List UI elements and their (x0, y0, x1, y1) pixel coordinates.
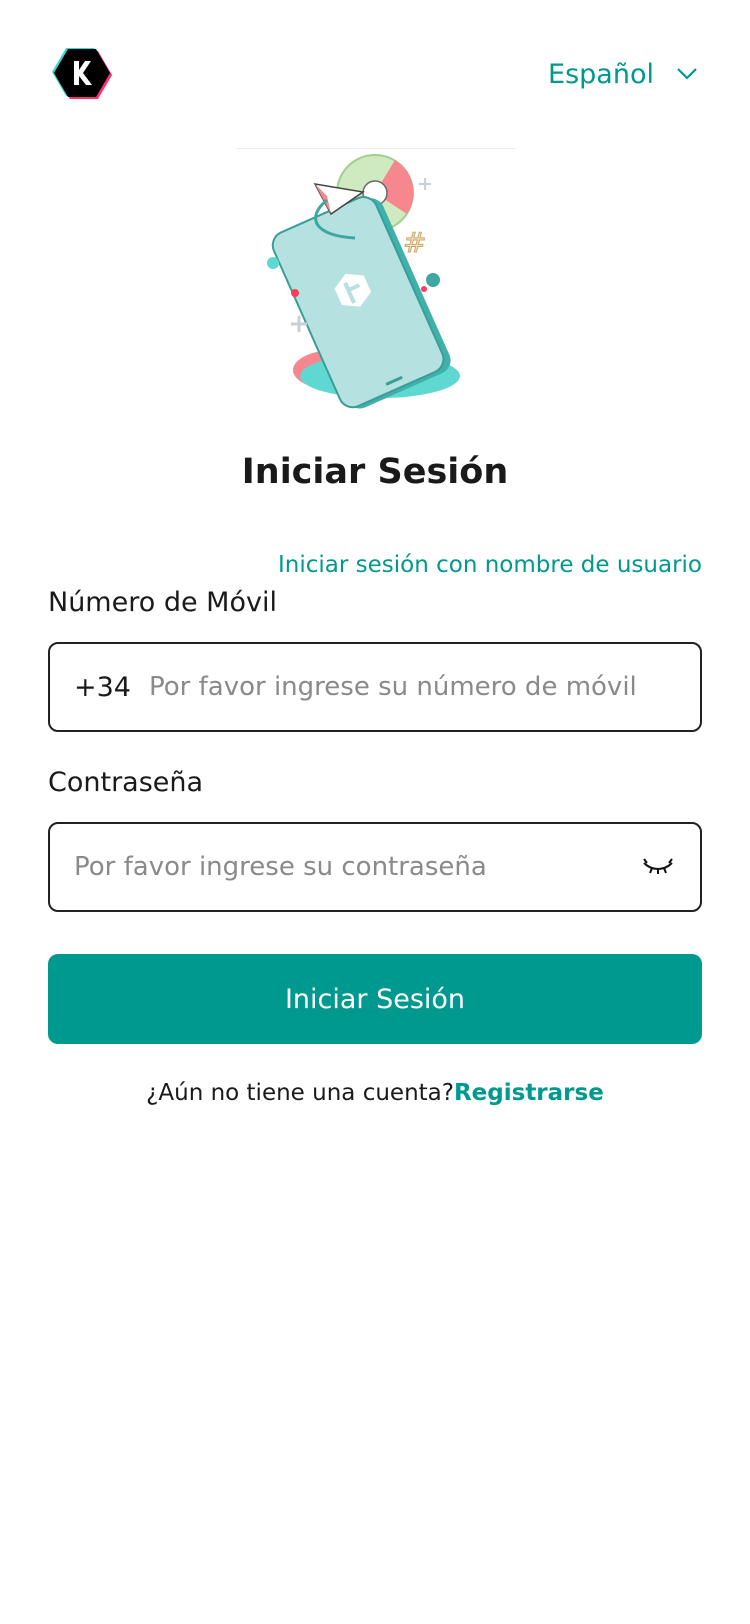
password-label: Contraseña (48, 767, 204, 798)
page-title: Iniciar Sesión (241, 452, 509, 492)
password-field (48, 822, 702, 912)
eye-closed-icon[interactable] (642, 857, 674, 877)
phone-illustration: # (267, 154, 460, 409)
header: Español (0, 0, 750, 150)
username-login-link[interactable]: Iniciar sesión con nombre de usuario (278, 552, 702, 578)
mobile-label: Número de Móvil (48, 587, 277, 618)
login-button[interactable]: Iniciar Sesión (48, 954, 702, 1044)
language-selector[interactable]: Español (548, 54, 698, 94)
password-input[interactable] (74, 824, 642, 910)
k-hexagon-logo-icon[interactable] (52, 46, 112, 100)
mobile-field: +34 (48, 642, 702, 732)
svg-text:#: # (403, 226, 426, 259)
register-prompt: ¿Aún no tiene una cuenta?Registrarse (0, 1080, 750, 1106)
country-code-prefix[interactable]: +34 (74, 672, 149, 703)
language-label: Español (548, 58, 654, 90)
register-prompt-text: ¿Aún no tiene una cuenta? (146, 1080, 454, 1106)
chevron-down-icon (677, 68, 697, 80)
mobile-input[interactable] (149, 644, 700, 730)
register-link[interactable]: Registrarse (454, 1080, 604, 1106)
